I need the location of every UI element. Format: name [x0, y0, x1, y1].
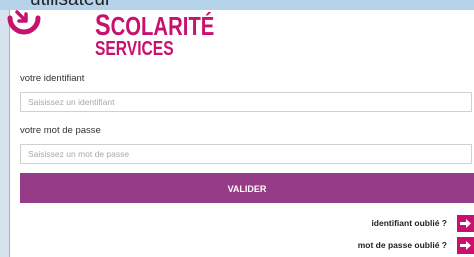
validate-button[interactable]: VALIDER: [20, 173, 474, 203]
identifier-label: votre identifiant: [20, 73, 85, 84]
brand-line2: SERVICES: [95, 37, 174, 60]
arrow-right-icon[interactable]: [457, 236, 474, 254]
forgot-password-link[interactable]: mot de passe oublié ?: [358, 240, 447, 250]
brand-line1: SCOLARITÉ: [95, 11, 214, 41]
left-window-edge: [0, 10, 10, 257]
arrow-right-icon[interactable]: [457, 214, 474, 232]
brand-rest: COLARITÉ: [110, 11, 215, 41]
brand-title: SCOLARITÉ SERVICES: [95, 11, 214, 60]
forgot-identifier-link[interactable]: identifiant oublié ?: [371, 218, 447, 228]
forgot-identifier-row[interactable]: identifiant oublié ?: [371, 214, 474, 232]
password-label: votre mot de passe: [20, 125, 101, 136]
identifier-input[interactable]: [20, 92, 472, 112]
brand-logo-icon: [7, 10, 41, 35]
password-input[interactable]: [20, 144, 472, 164]
top-window-strip: utilisateur: [0, 0, 474, 10]
forgot-password-row[interactable]: mot de passe oublié ?: [358, 236, 474, 254]
